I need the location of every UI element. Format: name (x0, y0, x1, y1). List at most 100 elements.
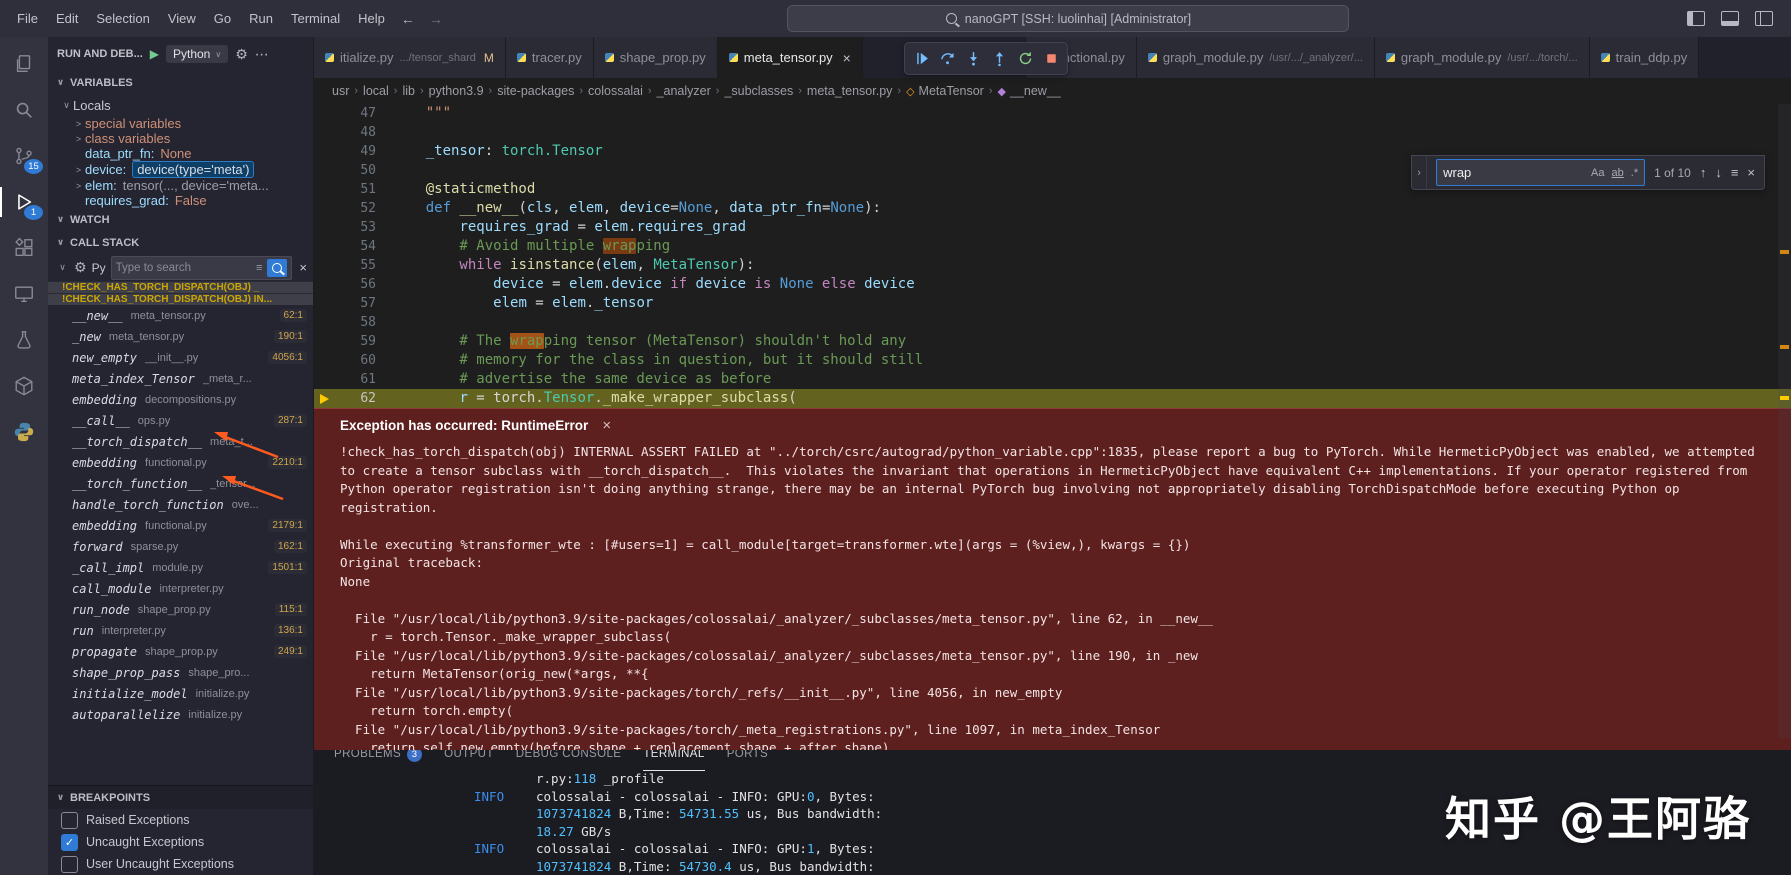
breadcrumb-symbol[interactable]: ◆__new__ (998, 84, 1061, 98)
testing-icon[interactable] (0, 317, 48, 363)
breadcrumb-item[interactable]: _analyzer (657, 84, 711, 98)
close-icon[interactable]: × (1747, 165, 1755, 180)
search-input[interactable]: Type to search (116, 262, 251, 274)
stack-frame[interactable]: __new__meta_tensor.py62:1 (48, 305, 313, 326)
code-line-48[interactable]: 48 (314, 123, 1791, 142)
tab-graph_module-py[interactable]: graph_module.py/usr/.../_analyzer/... (1137, 37, 1375, 78)
stack-frame[interactable]: shape_prop_passshape_pro... (48, 662, 313, 683)
code-line-59[interactable]: 59 # The wrapping tensor (MetaTensor) sh… (314, 332, 1791, 351)
callstack-exception-label[interactable]: !CHECK_HAS_TORCH_DISPATCH(OBJ) IN... (48, 293, 313, 305)
code-line-56[interactable]: 56 device = elem.device if device is Non… (314, 275, 1791, 294)
debug-config-select[interactable]: Python ∨ (166, 45, 228, 63)
filter-icon[interactable]: ≡ (256, 262, 262, 274)
nav-back-icon[interactable]: ← (401, 11, 415, 27)
breadcrumb-item[interactable]: python3.9 (429, 84, 484, 98)
regex-icon[interactable]: .* (1631, 167, 1638, 179)
gear-icon[interactable]: ⚙ (235, 46, 248, 63)
step-over-button[interactable] (934, 46, 960, 72)
tab-itialize-py[interactable]: itialize.py.../tensor_shardM (314, 37, 506, 78)
debug-session-row[interactable]: ⚙ Py (74, 259, 106, 276)
more-actions-icon[interactable]: ⋯ (255, 46, 269, 63)
tab-graph_module-py[interactable]: graph_module.py/usr/.../torch/... (1375, 37, 1590, 78)
code-line-62[interactable]: 62 r = torch.Tensor._make_wrapper_subcla… (314, 389, 1791, 408)
remote-explorer-icon[interactable] (0, 271, 48, 317)
command-center-search[interactable]: nanoGPT [SSH: luolinhai] [Administrator] (787, 5, 1349, 32)
stack-frame[interactable]: embeddingfunctional.py2210:1 (48, 452, 313, 473)
stack-frame[interactable]: run_nodeshape_prop.py115:1 (48, 599, 313, 620)
find-in-selection-icon[interactable]: ≡ (1731, 165, 1739, 180)
watch-section-header[interactable]: ∨ WATCH (48, 208, 313, 231)
breadcrumb-item[interactable]: usr (332, 84, 349, 98)
stack-frame[interactable]: _newmeta_tensor.py190:1 (48, 326, 313, 347)
stack-frame[interactable]: __torch_function___tensor... (48, 473, 313, 494)
code-line-53[interactable]: 53 requires_grad = elem.requires_grad (314, 218, 1791, 237)
stack-frame[interactable]: new_empty__init__.py4056:1 (48, 347, 313, 368)
restart-button[interactable] (1012, 46, 1038, 72)
containers-icon[interactable] (0, 363, 48, 409)
match-case-icon[interactable]: Aa (1591, 167, 1604, 179)
code-line-57[interactable]: 57 elem = elem._tensor (314, 294, 1791, 313)
menu-run[interactable]: Run (240, 0, 282, 37)
stack-frame[interactable]: meta_index_Tensor_meta_r... (48, 368, 313, 389)
whole-word-icon[interactable]: ab (1612, 167, 1624, 179)
checkbox[interactable]: ✓ (61, 834, 78, 851)
variable-row[interactable]: >elem:tensor(..., device='meta... (48, 178, 313, 193)
menu-view[interactable]: View (159, 0, 205, 37)
menu-selection[interactable]: Selection (87, 0, 158, 37)
tab-meta_tensor-py[interactable]: meta_tensor.py× (718, 37, 863, 78)
toggle-panel-icon[interactable] (1721, 11, 1739, 26)
breakpoint-row[interactable]: Raised Exceptions (48, 809, 313, 831)
stack-frame[interactable]: initialize_modelinitialize.py (48, 683, 313, 704)
variable-row[interactable]: >class variables (48, 131, 313, 146)
stack-frame[interactable]: _call_implmodule.py1501:1 (48, 557, 313, 578)
stack-frame[interactable]: __torch_dispatch__meta_t... (48, 431, 313, 452)
menu-edit[interactable]: Edit (47, 0, 87, 37)
stop-button[interactable] (1038, 46, 1064, 72)
breadcrumb-item[interactable]: lib (402, 84, 415, 98)
stack-frame[interactable]: propagateshape_prop.py249:1 (48, 641, 313, 662)
checkbox[interactable] (61, 856, 78, 873)
breadcrumb-item[interactable]: _subclasses (724, 84, 793, 98)
stack-frame[interactable]: embeddingfunctional.py2179:1 (48, 515, 313, 536)
menu-help[interactable]: Help (349, 0, 394, 37)
menu-go[interactable]: Go (205, 0, 240, 37)
code-line-55[interactable]: 55 while isinstance(elem, MetaTensor): (314, 256, 1791, 275)
start-debug-icon[interactable]: ▶ (150, 47, 159, 61)
code-line-60[interactable]: 60 # memory for the class in question, b… (314, 351, 1791, 370)
stack-frame[interactable]: embeddingdecompositions.py (48, 389, 313, 410)
variables-section-header[interactable]: ∨ VARIABLES (48, 71, 313, 94)
breadcrumb-item[interactable]: local (363, 84, 389, 98)
code-editor[interactable]: 47 """4849 _tensor: torch.Tensor5051 @st… (314, 104, 1791, 408)
step-into-button[interactable] (960, 46, 986, 72)
toggle-replace-icon[interactable]: › (1412, 156, 1427, 189)
breadcrumb-item[interactable]: meta_tensor.py (807, 84, 892, 98)
code-line-47[interactable]: 47 """ (314, 104, 1791, 123)
breadcrumb-symbol[interactable]: ◇MetaTensor (906, 84, 984, 98)
callstack-exception-label[interactable]: !CHECK_HAS_TORCH_DISPATCH(OBJ) _ (48, 281, 313, 293)
nav-forward-icon[interactable]: → (429, 11, 443, 27)
stack-frame[interactable]: forwardsparse.py162:1 (48, 536, 313, 557)
stack-frame[interactable]: autoparallelizeinitialize.py (48, 704, 313, 725)
continue-button[interactable] (908, 46, 934, 72)
close-icon[interactable]: × (602, 417, 611, 434)
breakpoints-section-header[interactable]: ∨ BREAKPOINTS (48, 785, 313, 809)
close-icon[interactable]: × (299, 260, 307, 275)
variables-scope-row[interactable]: ∨ Locals (48, 94, 313, 116)
find-button[interactable] (267, 259, 287, 277)
variable-row[interactable]: >special variables (48, 116, 313, 131)
tab-tracer-py[interactable]: tracer.py (506, 37, 594, 78)
checkbox[interactable] (61, 812, 78, 829)
code-line-58[interactable]: 58 (314, 313, 1791, 332)
find-next-icon[interactable]: ↓ (1715, 165, 1722, 180)
step-out-button[interactable] (986, 46, 1012, 72)
editor-scrollbar[interactable] (1778, 104, 1791, 738)
callstack-section-header[interactable]: ∨ CALL STACK (48, 231, 313, 254)
breadcrumb-item[interactable]: colossalai (588, 84, 643, 98)
variable-row[interactable]: >device:device(type='meta') (48, 161, 313, 178)
stack-frame[interactable]: __call__ops.py287:1 (48, 410, 313, 431)
source-control-icon[interactable]: 15 (0, 133, 48, 179)
find-input[interactable]: wrap Aa ab .* (1436, 159, 1645, 186)
code-line-54[interactable]: 54 # Avoid multiple wrapping (314, 237, 1791, 256)
code-line-52[interactable]: 52 def __new__(cls, elem, device=None, d… (314, 199, 1791, 218)
tab-train_ddp-py[interactable]: train_ddp.py (1590, 37, 1700, 78)
